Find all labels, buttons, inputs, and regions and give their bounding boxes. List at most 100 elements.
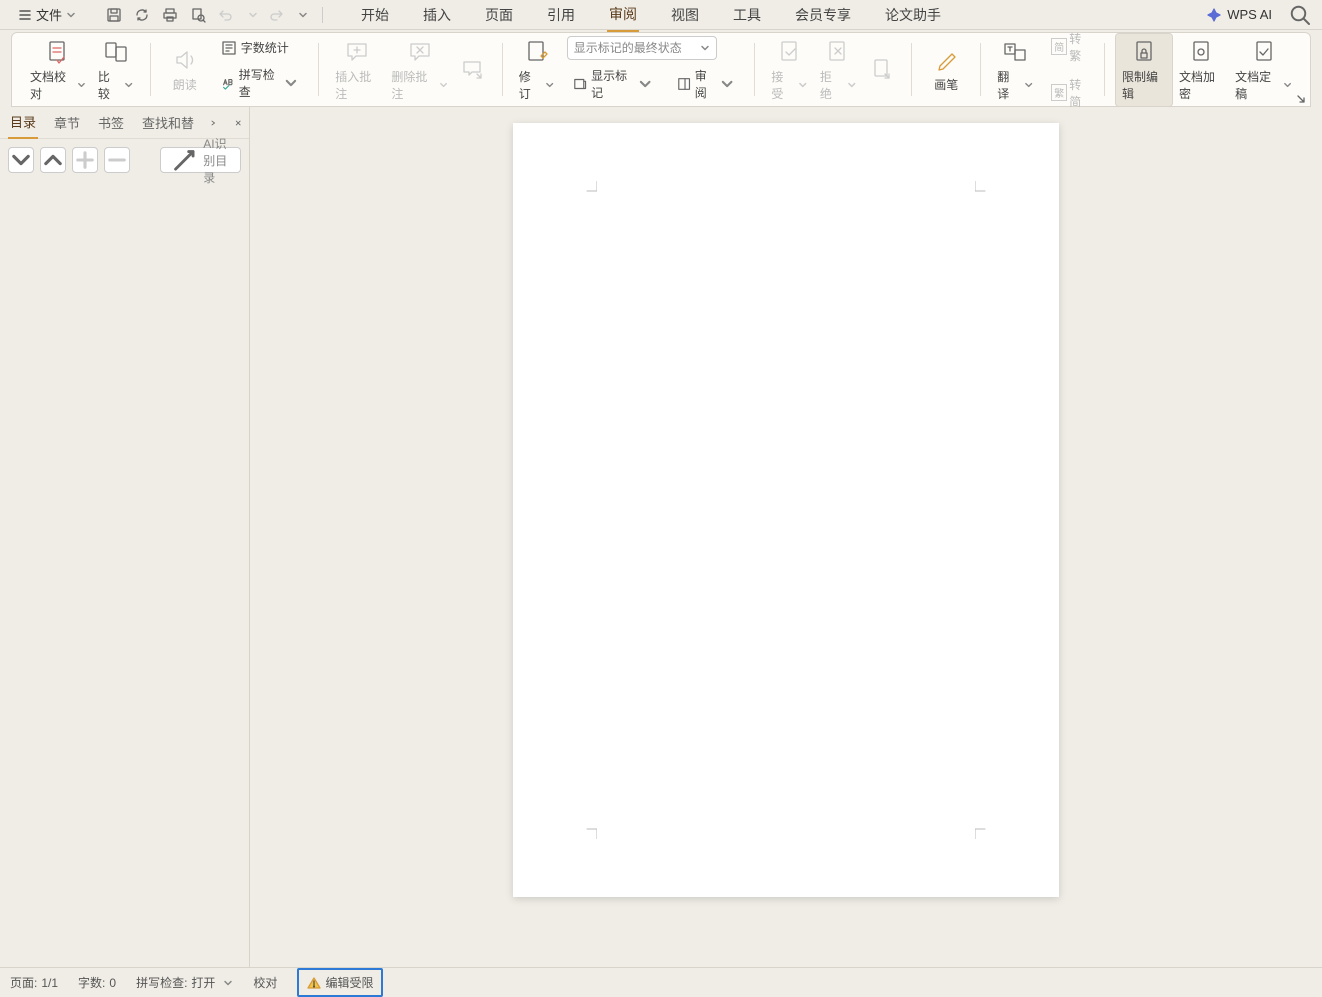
ink-button[interactable]: 画笔 xyxy=(922,42,970,97)
compare-button[interactable]: 比较 xyxy=(92,34,140,106)
word-count-button[interactable]: 字数统计 xyxy=(215,36,309,59)
separator xyxy=(150,43,151,96)
value: 0 xyxy=(109,976,116,990)
tab-page[interactable]: 页面 xyxy=(483,0,515,31)
status-wordcount[interactable]: 字数: 0 xyxy=(78,974,116,991)
crop-mark-icon xyxy=(975,825,989,839)
label: 文档加密 xyxy=(1179,68,1223,102)
doc-check-icon xyxy=(44,38,72,66)
chevron-down-icon xyxy=(1283,80,1292,90)
crop-mark-icon xyxy=(583,825,597,839)
tab-view[interactable]: 视图 xyxy=(669,0,701,31)
chevron-down-icon xyxy=(284,75,298,91)
comment-nav-button[interactable] xyxy=(454,52,492,88)
doc-compare-button[interactable]: 文档校对 xyxy=(24,34,92,106)
file-menu-label: 文件 xyxy=(36,5,62,24)
collapse-up-button[interactable] xyxy=(40,147,66,173)
ribbon-expand-icon[interactable] xyxy=(1296,94,1306,104)
speaker-icon xyxy=(171,46,199,74)
print-preview-button[interactable] xyxy=(188,5,208,25)
side-tab-find[interactable]: 查找和替 xyxy=(140,107,196,138)
finalize-icon xyxy=(1250,38,1278,66)
main-area: 目录 章节 书签 查找和替 AI识别目录 xyxy=(0,107,1322,967)
ai-toc-button[interactable]: AI识别目录 xyxy=(160,147,241,173)
add-button[interactable] xyxy=(72,147,98,173)
group-protect: 限制编辑 文档加密 文档定稿 xyxy=(1109,37,1304,102)
restrict-editing-button[interactable]: 限制编辑 xyxy=(1115,33,1173,107)
encrypt-doc-button[interactable]: 文档加密 xyxy=(1173,34,1229,106)
change-nav-button[interactable] xyxy=(862,52,901,88)
redo-button[interactable] xyxy=(266,5,286,25)
compare-icon xyxy=(102,38,130,66)
reviewing-pane-button[interactable]: 审阅 xyxy=(671,64,745,104)
status-page[interactable]: 页面: 1/1 xyxy=(10,974,58,991)
reject-button[interactable]: 拒绝 xyxy=(814,34,863,106)
print-button[interactable] xyxy=(160,5,180,25)
remove-button[interactable] xyxy=(104,147,130,173)
chevron-up-icon xyxy=(41,148,65,172)
sync-button[interactable] xyxy=(132,5,152,25)
divider xyxy=(322,7,323,23)
page[interactable] xyxy=(513,123,1059,897)
label: 字数: xyxy=(78,974,105,991)
side-tab-bookmarks[interactable]: 书签 xyxy=(96,107,126,138)
spell-check-button[interactable]: 拼写检查 xyxy=(215,63,309,103)
file-menu[interactable]: 文件 xyxy=(10,1,84,28)
label: 文档校对 xyxy=(30,68,73,102)
comment-delete-icon xyxy=(406,38,434,66)
status-spellcheck[interactable]: 拼写检查: 打开 xyxy=(136,974,233,991)
tab-member[interactable]: 会员专享 xyxy=(793,0,853,31)
expand-down-button[interactable] xyxy=(8,147,34,173)
group-tracking: 修订 显示标记的最终状态 显示标记 审阅 xyxy=(507,37,751,102)
save-button[interactable] xyxy=(104,5,124,25)
status-proofing[interactable]: 校对 xyxy=(253,974,277,991)
delete-comment-button[interactable]: 删除批注 xyxy=(385,34,454,106)
warning-icon xyxy=(307,976,321,990)
label: 拼写检查 xyxy=(239,66,281,100)
translate-button[interactable]: 翻译 xyxy=(991,34,1039,106)
word-count-icon xyxy=(221,40,237,56)
tab-references[interactable]: 引用 xyxy=(545,0,577,31)
track-changes-button[interactable]: 修订 xyxy=(513,34,561,106)
insert-comment-button[interactable]: 插入批注 xyxy=(329,34,385,106)
tab-thesis-helper[interactable]: 论文助手 xyxy=(883,0,943,31)
group-comments: 插入批注 删除批注 xyxy=(323,37,498,102)
label: 限制编辑 xyxy=(1122,68,1166,102)
simp-to-trad-button[interactable]: 简转繁 xyxy=(1045,27,1094,67)
ribbon: 文档校对 比较 朗读 字数统计 拼写检查 插入批注 删除批注 xyxy=(11,32,1311,107)
tab-start[interactable]: 开始 xyxy=(359,0,391,31)
search-button[interactable] xyxy=(1288,3,1312,27)
tab-review[interactable]: 审阅 xyxy=(607,0,639,32)
separator xyxy=(980,43,981,96)
chevron-down-icon[interactable] xyxy=(298,10,308,20)
accept-button[interactable]: 接受 xyxy=(765,34,814,106)
minus-icon xyxy=(105,148,129,172)
separator xyxy=(1104,43,1105,96)
group-proofing: 文档校对 比较 xyxy=(18,37,146,102)
label: 拼写检查: xyxy=(136,974,187,991)
label: 朗读 xyxy=(173,76,197,93)
pen-icon xyxy=(932,46,960,74)
side-tab-toc[interactable]: 目录 xyxy=(8,106,38,139)
tab-tools[interactable]: 工具 xyxy=(731,0,763,31)
chevron-right-icon[interactable] xyxy=(210,115,216,131)
chevron-down-icon xyxy=(9,148,33,172)
label: 画笔 xyxy=(934,76,958,93)
label: 字数统计 xyxy=(241,39,289,56)
markup-state-dropdown[interactable]: 显示标记的最终状态 xyxy=(567,36,717,60)
tab-insert[interactable]: 插入 xyxy=(421,0,453,31)
close-icon[interactable] xyxy=(235,115,241,131)
read-aloud-button[interactable]: 朗读 xyxy=(161,42,209,97)
status-edit-restricted[interactable]: 编辑受限 xyxy=(297,968,383,997)
reject-icon xyxy=(824,38,852,66)
finalize-doc-button[interactable]: 文档定稿 xyxy=(1229,34,1298,106)
wps-ai-button[interactable]: WPS AI xyxy=(1199,3,1280,26)
document-canvas[interactable] xyxy=(250,107,1322,967)
undo-button[interactable] xyxy=(216,5,236,25)
show-markup-button[interactable]: 显示标记 xyxy=(567,64,663,104)
chevron-down-icon[interactable] xyxy=(248,10,258,20)
chevron-down-icon xyxy=(720,76,734,92)
chevron-down-icon xyxy=(1024,80,1033,90)
side-tab-chapters[interactable]: 章节 xyxy=(52,107,82,138)
translate-icon xyxy=(1001,38,1029,66)
